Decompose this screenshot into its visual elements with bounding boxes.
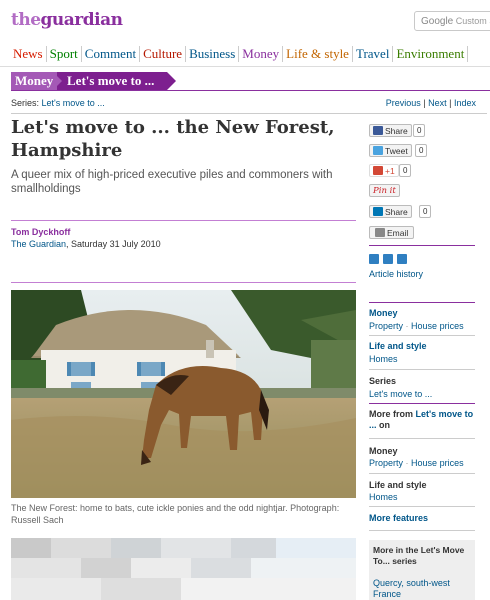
sidebar-money-heading[interactable]: Money <box>369 308 398 318</box>
guardian-logo[interactable]: theguardian <box>11 10 123 30</box>
sidebar-divider <box>369 302 475 303</box>
nav-life-style[interactable]: Life & style <box>283 46 353 62</box>
breadcrumb-underline <box>11 90 490 91</box>
google-plus-count: 0 <box>399 164 412 177</box>
sidebar-separator <box>369 438 475 439</box>
sidebar-separator <box>369 369 475 370</box>
sidebar-separator <box>369 473 475 474</box>
property-link[interactable]: Property <box>369 458 403 468</box>
search-placeholder: Custom Search <box>455 16 490 26</box>
new-forest-pony-photo <box>11 290 356 498</box>
print-icon[interactable] <box>369 254 379 264</box>
house-prices-link[interactable]: House prices <box>411 458 464 468</box>
nav-sport[interactable]: Sport <box>47 46 82 62</box>
facebook-icon <box>373 126 383 135</box>
google-label: Google <box>421 16 454 27</box>
breadcrumb-series[interactable]: Let's move to ... <box>57 72 176 90</box>
previous-link[interactable]: Previous <box>386 98 421 108</box>
sidebar-life-style2-heading: Life and style <box>369 480 427 490</box>
sidebar-separator <box>369 530 475 531</box>
next-link[interactable]: Next <box>428 98 447 108</box>
facebook-count: 0 <box>413 124 426 137</box>
more-in-series-title: More in the Let's Move To... series <box>373 545 465 566</box>
photo-caption: The New Forest: home to bats, cute ickle… <box>11 503 340 525</box>
pixelated-content <box>11 538 356 600</box>
twitter-icon <box>373 146 383 155</box>
sidebar-money2-heading: Money <box>369 446 398 456</box>
article-tools <box>369 251 411 264</box>
sidebar-life-style-heading[interactable]: Life and style <box>369 341 427 351</box>
more-features-link[interactable]: More features <box>369 513 428 523</box>
author-link[interactable]: Tom Dyckhoff <box>11 227 70 237</box>
nav-culture[interactable]: Culture <box>140 46 187 62</box>
byline: Tom Dyckhoff The Guardian, Saturday 31 J… <box>11 226 161 250</box>
homes-link[interactable]: Homes <box>369 354 398 364</box>
breadcrumb-arrow-icon <box>53 72 62 90</box>
index-link[interactable]: Index <box>454 98 476 108</box>
google-plus-icon <box>373 166 383 175</box>
publication-date: , Saturday 31 July 2010 <box>66 239 161 249</box>
article-history-link[interactable]: Article history <box>369 269 423 279</box>
publication-link[interactable]: The Guardian <box>11 239 66 249</box>
header-divider <box>11 113 487 114</box>
nav-money[interactable]: Money <box>239 46 284 62</box>
sidebar-money2-links: Property · House prices <box>369 458 464 468</box>
sidebar-more-from-heading: More from Let's move to ... on <box>369 409 474 430</box>
sidebar-divider <box>369 245 475 246</box>
byline-divider <box>11 220 356 221</box>
nav-divider <box>0 66 490 67</box>
search-input[interactable]: Google Custom Search <box>414 11 490 31</box>
section-nav: News Sport Comment Culture Business Money Life… <box>11 46 469 66</box>
sidebar-money-links: Property · House prices <box>369 321 464 331</box>
more-in-series-link[interactable]: Quercy, south-west France <box>373 578 473 600</box>
clip-icon[interactable] <box>397 254 407 264</box>
series-pagination: Previous | Next | Index <box>385 98 476 108</box>
nav-news[interactable]: News <box>11 46 47 62</box>
sidebar-separator <box>369 506 475 507</box>
nav-travel[interactable]: Travel <box>353 46 394 62</box>
linkedin-count: 0 <box>419 205 432 218</box>
article-photo <box>11 290 356 498</box>
house-prices-link[interactable]: House prices <box>411 321 464 331</box>
property-link[interactable]: Property <box>369 321 403 331</box>
article-headline: Let's move to ... the New Forest, Hampsh… <box>11 117 335 161</box>
series-label: Series: Let's move to ... <box>11 98 105 108</box>
more-in-series-box: More in the Let's Move To... series Quer… <box>369 540 475 600</box>
masthead: theguardian Google Custom Search <box>0 0 490 40</box>
article-standfirst: A queer mix of high-priced executive pil… <box>11 169 333 195</box>
linkedin-icon <box>373 207 383 216</box>
series-link[interactable]: Let's move to ... <box>42 98 105 108</box>
sidebar-series-heading: Series <box>369 376 397 386</box>
sidebar-series-link[interactable]: Let's move to ... <box>369 389 432 399</box>
share-icon[interactable] <box>383 254 393 264</box>
homes-link[interactable]: Homes <box>369 492 398 502</box>
nav-comment[interactable]: Comment <box>82 46 141 62</box>
pinterest-icon[interactable]: Pin it <box>369 184 400 197</box>
nav-business[interactable]: Business <box>186 46 240 62</box>
breadcrumb-money[interactable]: Money <box>11 72 57 90</box>
nav-environment[interactable]: Environment <box>393 46 469 62</box>
sidebar-divider <box>369 403 475 404</box>
email-icon <box>375 228 385 237</box>
sidebar-separator <box>369 335 475 336</box>
image-divider <box>11 282 356 283</box>
twitter-count: 0 <box>415 144 428 157</box>
